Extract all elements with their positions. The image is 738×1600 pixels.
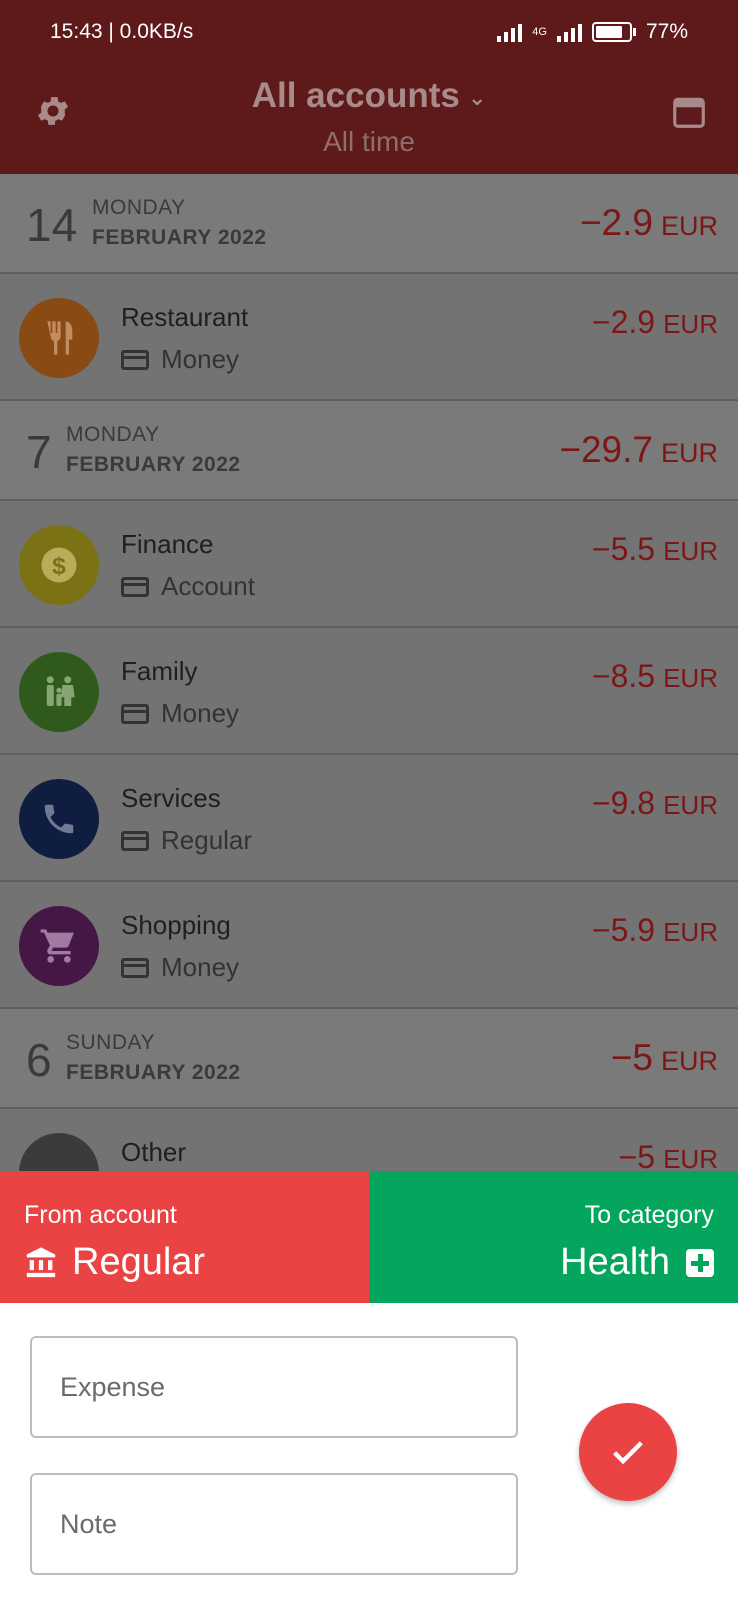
- checkmark-icon: [613, 1441, 643, 1465]
- card-icon: [121, 576, 149, 597]
- account-name: Money: [121, 344, 239, 375]
- to-category-panel[interactable]: To category Health: [369, 1171, 738, 1303]
- page-title: All accounts: [251, 76, 460, 115]
- transaction-row[interactable]: Services Regular −9.8 EUR: [0, 755, 738, 882]
- signal-icon: [497, 22, 523, 42]
- account-selector[interactable]: All accounts ⌄: [0, 76, 738, 116]
- category-name: Services: [121, 783, 221, 813]
- day-total: −2.9 EUR: [579, 202, 718, 243]
- category-name: Shopping: [121, 910, 231, 940]
- status-icons: 4G 77%: [497, 20, 688, 44]
- expense-field-container: [30, 1336, 518, 1438]
- family-icon: [19, 652, 99, 732]
- to-category-value: Health: [560, 1241, 714, 1284]
- transaction-row[interactable]: $ Finance Account −5.5 EUR: [0, 501, 738, 628]
- day-header: 6 SUNDAY FEBRUARY 2022 −5 EUR: [0, 1009, 738, 1109]
- day-header: 7 MONDAY FEBRUARY 2022 −29.7 EUR: [0, 401, 738, 501]
- transaction-row[interactable]: Other −5 EUR: [0, 1109, 738, 1171]
- day-number: 6: [26, 1034, 52, 1086]
- bank-icon: [26, 1246, 56, 1277]
- battery-icon: [591, 22, 636, 42]
- category-name: Restaurant: [121, 302, 249, 332]
- transaction-row[interactable]: Restaurant Money −2.9 EUR: [0, 274, 738, 401]
- category-name: Other: [121, 1137, 187, 1167]
- period-label[interactable]: All time: [0, 126, 738, 158]
- card-icon: [121, 349, 149, 370]
- day-total: −5 EUR: [610, 1037, 718, 1078]
- calendar-icon[interactable]: [670, 92, 708, 132]
- day-weekday: MONDAY: [92, 196, 186, 219]
- battery-level: 77%: [645, 20, 688, 43]
- card-icon: [121, 703, 149, 724]
- day-number: 7: [26, 426, 52, 478]
- account-name: Money: [121, 698, 239, 729]
- signal-icon-2: [556, 22, 582, 42]
- note-field-container: [30, 1473, 518, 1575]
- day-total: −29.7 EUR: [559, 429, 718, 470]
- card-icon: [121, 957, 149, 978]
- cart-icon: [19, 906, 99, 986]
- status-time: 15:43 | 0.0KB/s: [50, 20, 194, 43]
- transaction-amount: −5.9 EUR: [591, 912, 718, 948]
- dollar-coin-icon: $: [19, 525, 99, 605]
- from-account-label: From account: [24, 1201, 177, 1229]
- card-icon: [121, 830, 149, 851]
- phone-icon: [19, 779, 99, 859]
- day-number: 14: [26, 199, 78, 251]
- svg-text:$: $: [52, 553, 66, 580]
- from-account-value: Regular: [24, 1241, 205, 1284]
- day-month-year: FEBRUARY 2022: [66, 453, 241, 476]
- transaction-row[interactable]: Family Money −8.5 EUR: [0, 628, 738, 755]
- chevron-down-icon: ⌄: [467, 84, 487, 110]
- account-name: Regular: [121, 825, 252, 856]
- restaurant-icon: [19, 298, 99, 378]
- account-name: Account: [121, 571, 255, 602]
- transaction-amount: −8.5 EUR: [591, 658, 718, 694]
- day-weekday: MONDAY: [66, 423, 160, 446]
- day-month-year: FEBRUARY 2022: [92, 226, 267, 249]
- transaction-form: [0, 1303, 738, 1600]
- category-name: Family: [121, 656, 198, 686]
- transaction-list[interactable]: 14 MONDAY FEBRUARY 2022 −2.9 EUR Restaura…: [0, 174, 738, 1171]
- day-month-year: FEBRUARY 2022: [66, 1061, 241, 1084]
- account-name: Money: [121, 952, 239, 983]
- app-bar: All accounts ⌄ All time: [0, 68, 738, 174]
- transaction-amount: −9.8 EUR: [591, 785, 718, 821]
- expense-input[interactable]: [32, 1338, 516, 1436]
- network-type: 4G: [532, 26, 547, 38]
- health-plus-icon: [686, 1248, 714, 1277]
- transaction-amount: −2.9 EUR: [591, 304, 718, 340]
- note-input[interactable]: [32, 1475, 516, 1573]
- other-icon: [19, 1133, 99, 1171]
- status-bar: 15:43 | 0.0KB/s 4G 77%: [0, 0, 738, 68]
- transaction-amount: −5.5 EUR: [591, 531, 718, 567]
- day-header: 14 MONDAY FEBRUARY 2022 −2.9 EUR: [0, 174, 738, 274]
- day-weekday: SUNDAY: [66, 1031, 155, 1054]
- category-name: Finance: [121, 529, 214, 559]
- transaction-amount: −5 EUR: [618, 1139, 718, 1171]
- from-account-panel[interactable]: From account Regular: [0, 1171, 369, 1303]
- transaction-row[interactable]: Shopping Money −5.9 EUR: [0, 882, 738, 1009]
- confirm-button[interactable]: [579, 1403, 677, 1501]
- to-category-label: To category: [584, 1201, 714, 1229]
